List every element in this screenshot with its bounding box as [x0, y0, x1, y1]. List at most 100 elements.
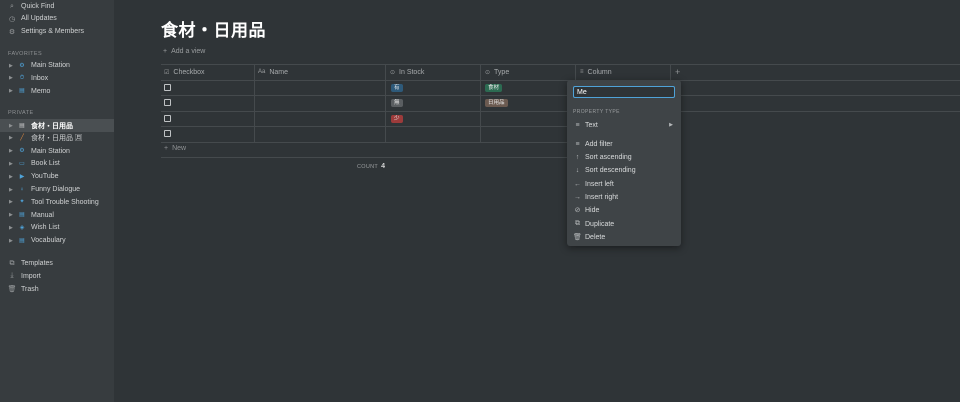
in-stock-tag[interactable]: 少: [391, 115, 403, 123]
sidebar-item-private[interactable]: ▶ ▤ Manual: [0, 209, 114, 222]
menu-item-sort-ascending[interactable]: ↑ Sort ascending: [567, 151, 681, 163]
menu-item-insert-left[interactable]: ← Insert left: [567, 178, 681, 190]
chevron-right-icon[interactable]: ▶: [9, 148, 15, 154]
row-divider: [161, 142, 567, 143]
chevron-right-icon[interactable]: ▶: [9, 75, 15, 81]
sidebar-item-label: 食材・日用品: [31, 122, 73, 130]
property-type-select[interactable]: ≡ Text ▶: [567, 119, 681, 131]
sidebar-item-label: Templates: [21, 260, 53, 267]
row-checkbox[interactable]: [164, 84, 171, 91]
sidebar-item-favorite[interactable]: ▶ ▤ Memo: [0, 85, 114, 98]
sidebar-item-label: Book List: [31, 160, 60, 168]
chevron-right-icon[interactable]: ▶: [9, 225, 15, 231]
sidebar-item-favorite[interactable]: ▶ ⚙ Main Station: [0, 59, 114, 72]
row-checkbox[interactable]: [164, 99, 171, 106]
column-divider: [480, 64, 481, 142]
sidebar-item-label: Wish List: [31, 224, 60, 232]
chevron-right-icon[interactable]: ▶: [9, 199, 15, 205]
column-header-type[interactable]: ⊙ Type: [485, 64, 509, 80]
column-header-in-stock[interactable]: ⊙ In Stock: [390, 64, 424, 80]
menu-item-label: Add filter: [585, 140, 613, 148]
chevron-right-icon[interactable]: ▶: [9, 123, 15, 129]
in-stock-tag[interactable]: 有: [391, 84, 403, 92]
count-label: COUNT: [357, 164, 379, 170]
type-tag[interactable]: 食材: [485, 84, 503, 92]
sidebar-item-favorite[interactable]: ▶ ⏱ Inbox: [0, 72, 114, 85]
sidebar-item-private[interactable]: ▶ ⚙ Main Station: [0, 145, 114, 158]
sidebar-item-label: Manual: [31, 211, 54, 219]
select-icon: ⊙: [485, 69, 491, 76]
sidebar-item-private[interactable]: ▶ ♀ Funny Dialogue: [0, 183, 114, 196]
all-updates-item[interactable]: ◷ All Updates: [0, 12, 114, 25]
sidebar-item-trash[interactable]: 🗑 Trash: [0, 283, 114, 296]
type-tag[interactable]: 日用品: [485, 99, 508, 107]
row-divider: [161, 95, 567, 96]
sidebar-item-label: Import: [21, 272, 41, 280]
sidebar-item-private[interactable]: ▶ ▤ Vocabulary: [0, 234, 114, 247]
bulb-icon: ♀: [19, 186, 25, 193]
chevron-right-icon[interactable]: ▶: [9, 63, 15, 69]
all-updates-label: All Updates: [21, 15, 57, 22]
menu-item-label: Duplicate: [585, 220, 615, 228]
menu-item-delete[interactable]: 🗑 Delete: [567, 231, 681, 243]
menu-item-insert-right[interactable]: → Insert right: [567, 191, 681, 203]
sidebar-item-label: Inbox: [31, 74, 49, 82]
row-checkbox[interactable]: [164, 130, 171, 137]
chevron-right-icon[interactable]: ▶: [9, 161, 15, 167]
sidebar-item-label: Main Station: [31, 147, 70, 155]
property-name-input[interactable]: [573, 86, 675, 98]
column-header-label: Checkbox: [173, 68, 205, 76]
table-header-border: [161, 80, 960, 81]
settings-members-item[interactable]: ⚙ Settings & Members: [0, 25, 114, 38]
sidebar-item-private[interactable]: ▶ ▭ Book List: [0, 157, 114, 170]
sidebar-item-label: Memo: [31, 87, 51, 95]
chevron-right-icon[interactable]: ▶: [9, 174, 15, 180]
new-row-button[interactable]: + New: [164, 145, 186, 152]
sidebar-item-label: Vocabulary: [31, 237, 66, 245]
eye-off-icon: ⊘: [574, 207, 581, 214]
chevron-right-icon[interactable]: ▶: [9, 238, 15, 244]
menu-item-add-filter[interactable]: ≡ Add filter: [567, 138, 681, 150]
sidebar-item-private[interactable]: ▶ ▶ YouTube: [0, 170, 114, 183]
count-value: 4: [381, 163, 386, 170]
sidebar-item-private[interactable]: ▶ ✦ Tool Trouble Shooting: [0, 196, 114, 209]
row-divider: [161, 111, 567, 112]
add-view-button[interactable]: + Add a view: [163, 48, 205, 55]
vocabulary-icon: ▤: [19, 237, 25, 244]
column-header-column[interactable]: ≡ Column: [580, 64, 612, 80]
chevron-right-icon[interactable]: ▶: [9, 88, 15, 94]
menu-item-hide[interactable]: ⊘ Hide: [567, 204, 681, 216]
sidebar-item-label: 食材・日用品 🈷: [31, 135, 82, 143]
menu-item-duplicate[interactable]: ⧉ Duplicate: [567, 218, 681, 230]
property-type-heading: PROPERTY TYPE: [573, 109, 620, 115]
quick-find-label: Quick Find: [21, 3, 55, 10]
chevron-right-icon[interactable]: ▶: [9, 135, 15, 141]
sidebar-item-label: Funny Dialogue: [31, 186, 81, 193]
page-icon: ▤: [19, 122, 25, 129]
sidebar-item-private[interactable]: ▶ ◈ Wish List: [0, 221, 114, 234]
row-checkbox[interactable]: [164, 115, 171, 122]
gear-icon: ⚙: [8, 28, 16, 36]
column-header-checkbox[interactable]: ☑ Checkbox: [164, 64, 205, 80]
sidebar-item-label: Main Station: [31, 62, 70, 69]
sidebar-item-label: Trash: [21, 285, 39, 293]
sidebar-item-private[interactable]: ▶ ▤ 食材・日用品: [0, 119, 114, 132]
row-divider: [681, 95, 960, 96]
carrot-icon: ╱: [20, 135, 24, 142]
add-column-plus-icon[interactable]: +: [675, 67, 680, 77]
sidebar-item-templates[interactable]: ⧉ Templates: [0, 257, 114, 270]
column-header-name[interactable]: Aa Name: [258, 64, 288, 80]
menu-item-sort-descending[interactable]: ↓ Sort descending: [567, 164, 681, 176]
trash-icon: 🗑: [573, 234, 582, 241]
in-stock-tag[interactable]: 無: [391, 99, 403, 107]
chevron-right-icon[interactable]: ▶: [9, 212, 15, 218]
chevron-right-icon[interactable]: ▶: [9, 187, 15, 193]
property-type-value: Text: [585, 121, 598, 129]
memo-icon: ▤: [19, 88, 25, 95]
column-divider: [575, 64, 576, 80]
sidebar-item-label: YouTube: [31, 173, 59, 181]
sidebar-item-private[interactable]: ▶ ╱ 食材・日用品 🈷: [0, 132, 114, 145]
settings-members-label: Settings & Members: [21, 28, 85, 35]
tools-icon: ✦: [19, 199, 25, 206]
sidebar-item-import[interactable]: ⤓ Import: [0, 270, 114, 283]
